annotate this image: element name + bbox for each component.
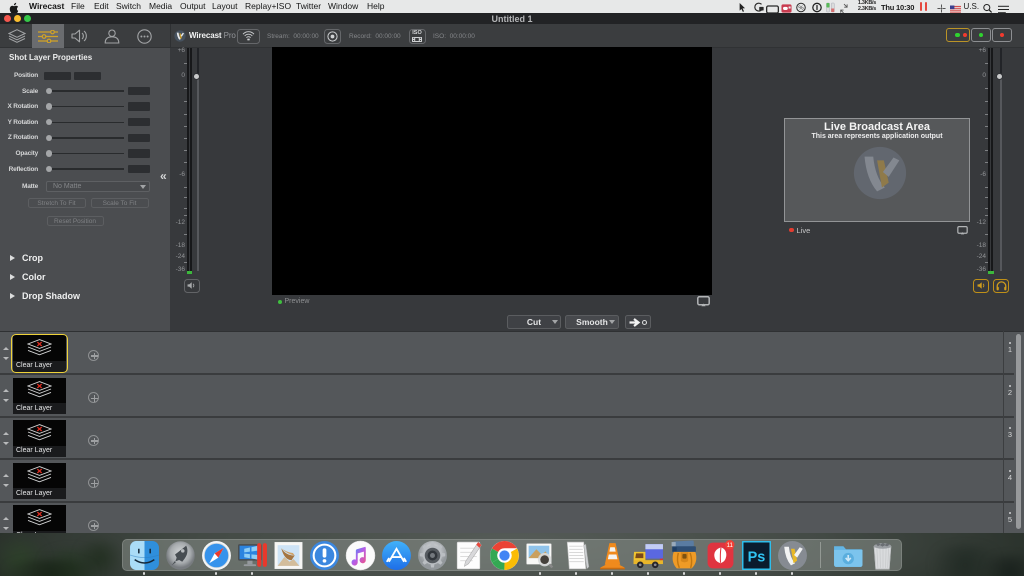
svg-text:Ps: Ps (747, 549, 765, 565)
svg-text:11: 11 (726, 542, 733, 549)
svg-text:%: % (798, 6, 804, 12)
